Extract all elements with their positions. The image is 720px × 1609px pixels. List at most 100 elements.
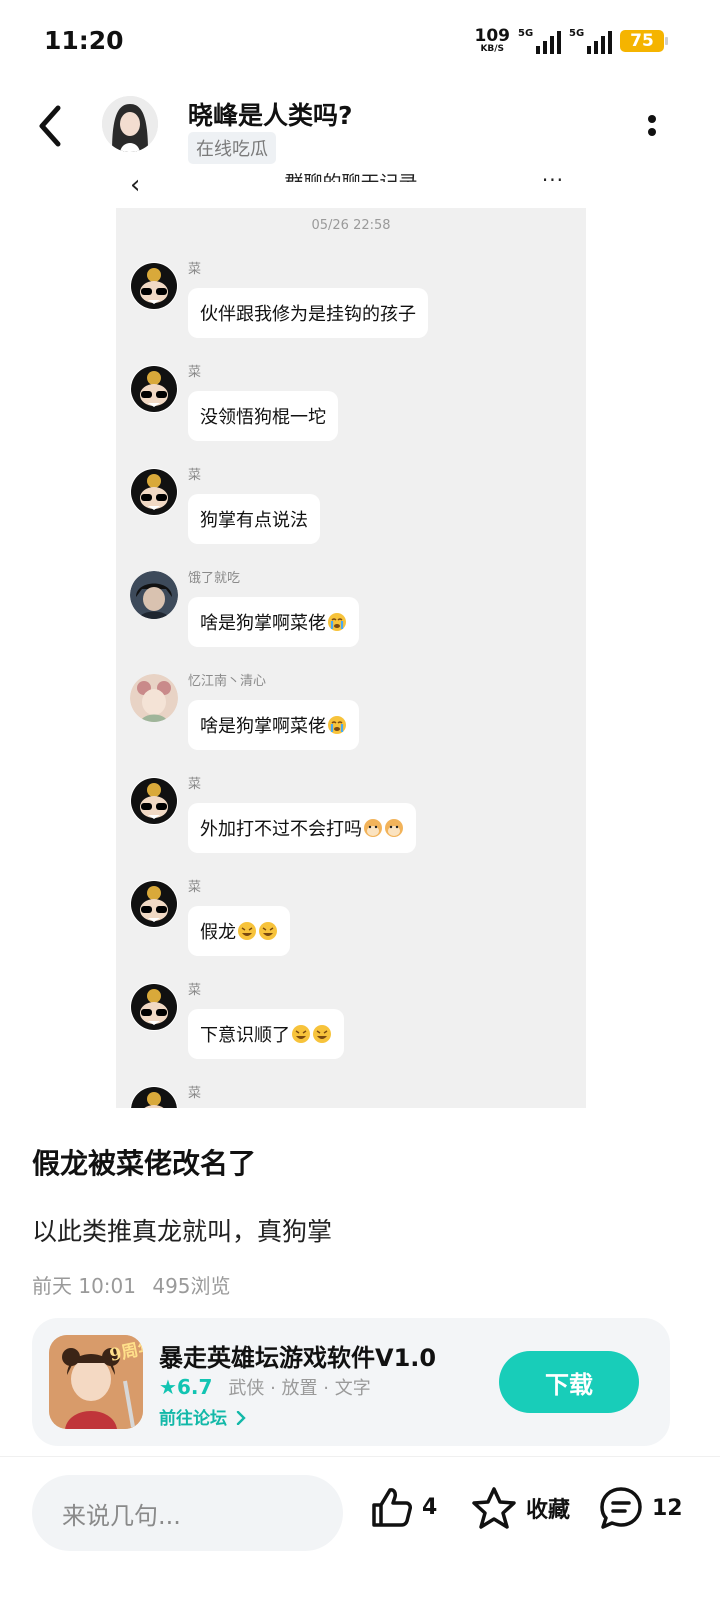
chat-avatar — [130, 880, 178, 928]
chat-bubble: 狗掌有点说法 — [188, 494, 320, 544]
chat-text: 啥是狗掌啊菜佬 — [200, 613, 326, 634]
author-tag: 在线吃瓜 — [188, 132, 276, 164]
grin-emoji-icon — [259, 922, 277, 940]
chat-text: 下意识顺了 — [200, 1025, 290, 1046]
chat-avatar — [130, 1086, 178, 1108]
more-options-button[interactable] — [640, 112, 664, 142]
chat-avatar — [130, 777, 178, 825]
chat-text: 伙伴跟我修为是挂钩的孩子 — [200, 304, 416, 325]
battery-level: 75 — [630, 31, 654, 51]
chat-sender: 忆江南丶清心 — [188, 674, 267, 689]
like-button[interactable]: 4 — [370, 1485, 437, 1529]
author-avatar[interactable] — [102, 96, 158, 152]
chat-bubble: 假龙 — [188, 906, 290, 956]
author-name[interactable]: 晓峰是人类吗? — [188, 96, 353, 132]
chat-sender: 菜 — [188, 983, 202, 998]
status-bar: 11:20 109 KB/S 5G 5G 75 — [0, 0, 720, 84]
chevron-right-icon — [236, 1410, 246, 1426]
post-body: 以此类推真龙就叫，真狗掌 — [32, 1217, 333, 1246]
favorite-button[interactable]: 收藏 — [470, 1485, 570, 1531]
chat-bubble: 下意识顺了 — [188, 1009, 344, 1059]
post-views: 495浏览 — [152, 1274, 231, 1298]
grin-emoji-icon — [292, 1025, 310, 1043]
signal-icon: 5G — [518, 28, 561, 54]
chat-text: 没领悟狗棍一坨 — [200, 407, 326, 428]
crying-emoji-icon — [328, 613, 346, 631]
chat-sender: 菜 — [188, 1086, 202, 1101]
comment-count: 12 — [652, 1495, 683, 1521]
comment-icon — [600, 1487, 642, 1529]
chat-text: 假龙 — [200, 922, 236, 943]
post-time: 前天 10:01 — [32, 1274, 136, 1298]
dot-icon — [648, 128, 656, 136]
battery-icon: 75 — [620, 30, 668, 52]
network-speed-value: 109 — [474, 26, 511, 46]
go-forum-label: 前往论坛 — [159, 1409, 227, 1429]
chat-message: 菜 下意识顺了 — [130, 979, 570, 1079]
go-forum-link[interactable]: 前往论坛 — [159, 1404, 247, 1429]
crying-emoji-icon — [328, 716, 346, 734]
image-chat-body: 05/26 22:58 菜 伙伴跟我修为是挂钩的孩子 菜 没领悟狗棍一坨 菜 狗… — [116, 208, 586, 1108]
chat-avatar — [130, 262, 178, 310]
download-button[interactable]: 下载 — [499, 1351, 639, 1413]
dot-icon — [648, 115, 656, 123]
chat-avatar — [130, 674, 178, 722]
doge-emoji-icon — [364, 819, 382, 837]
chat-message: 菜 没领悟狗棍一坨 — [130, 361, 570, 461]
comment-input[interactable]: 来说几句... — [32, 1475, 343, 1551]
app-card[interactable]: 9周年 暴走英雄坛游戏软件V1.0 ★ 6.7 武侠 · 放置 · 文字 前往论… — [32, 1318, 670, 1446]
chat-sender: 菜 — [188, 365, 202, 380]
chat-text: 啥是狗掌啊菜佬 — [200, 716, 326, 737]
chat-message: 菜 假龙 — [130, 876, 570, 976]
chat-bubble: 没领悟狗棍一坨 — [188, 391, 338, 441]
chat-message: 菜 外加打不过不会打吗 — [130, 773, 570, 873]
image-more-icon: ··· — [541, 168, 564, 192]
star-outline-icon — [472, 1487, 516, 1529]
signal-tag-2: 5G — [569, 28, 585, 39]
chat-bubble: 外加打不过不会打吗 — [188, 803, 416, 853]
app-icon: 9周年 — [49, 1335, 143, 1429]
like-count: 4 — [422, 1494, 438, 1520]
chat-sender: 菜 — [188, 777, 202, 792]
thumbs-up-icon — [372, 1488, 412, 1527]
grin-emoji-icon — [238, 922, 256, 940]
app-name: 暴走英雄坛游戏软件V1.0 — [159, 1344, 437, 1372]
network-speed: 109 KB/S — [475, 28, 511, 54]
post-meta: 前天 10:01 495浏览 — [32, 1270, 231, 1299]
chat-sender: 菜 — [188, 468, 202, 483]
bottom-action-bar: 来说几句... 4 收藏 12 — [0, 1456, 720, 1609]
app-score: 6.7 — [176, 1375, 213, 1399]
chat-sender: 菜 — [188, 880, 202, 895]
chat-message: 菜 — [130, 1082, 570, 1108]
status-indicators: 109 KB/S 5G 5G 75 — [475, 28, 668, 54]
image-chat-header: ‹ 群聊的聊天记录 ··· — [116, 168, 586, 208]
chat-avatar — [130, 468, 178, 516]
chevron-left-icon — [39, 105, 61, 147]
chat-avatar — [130, 365, 178, 413]
chat-text: 外加打不过不会打吗 — [200, 819, 362, 840]
app-rating: ★ 6.7 武侠 · 放置 · 文字 — [159, 1374, 371, 1400]
chat-date: 05/26 22:58 — [311, 218, 391, 233]
avatar-image — [102, 96, 158, 152]
chat-message: 菜 狗掌有点说法 — [130, 464, 570, 564]
post-header: 晓峰是人类吗? 在线吃瓜 — [0, 84, 720, 174]
chat-avatar — [130, 983, 178, 1031]
chat-bubble: 啥是狗掌啊菜佬 — [188, 597, 359, 647]
chat-message: 忆江南丶清心 啥是狗掌啊菜佬 — [130, 670, 570, 770]
signal-icon-2: 5G — [569, 28, 612, 54]
post-image[interactable]: ‹ 群聊的聊天记录 ··· 05/26 22:58 菜 伙伴跟我修为是挂钩的孩子… — [116, 168, 586, 1108]
network-speed-unit: KB/S — [480, 44, 505, 54]
chat-sender: 饿了就吃 — [188, 571, 241, 586]
comment-button[interactable]: 12 — [598, 1485, 683, 1531]
back-button[interactable] — [30, 100, 74, 152]
chat-message: 饿了就吃 啥是狗掌啊菜佬 — [130, 567, 570, 667]
chat-avatar — [130, 571, 178, 619]
favorite-label: 收藏 — [526, 1498, 571, 1523]
comment-placeholder: 来说几句... — [62, 1501, 181, 1530]
doge-emoji-icon — [385, 819, 403, 837]
post-title: 假龙被菜佬改名了 — [32, 1147, 257, 1180]
status-time: 11:20 — [44, 26, 124, 55]
image-chat-title: 群聊的聊天记录 — [284, 172, 418, 192]
chat-text: 狗掌有点说法 — [200, 510, 308, 531]
star-icon: ★ — [159, 1375, 177, 1399]
